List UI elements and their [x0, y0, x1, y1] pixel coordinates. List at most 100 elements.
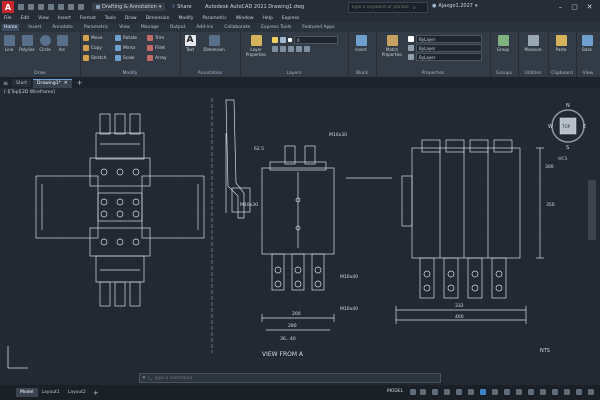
- menu-icon[interactable]: ≡: [3, 80, 8, 87]
- menu-express[interactable]: Express: [282, 16, 300, 21]
- rotate-button[interactable]: Rotate: [115, 35, 137, 41]
- tab-add-ins[interactable]: Add-ins: [194, 24, 215, 31]
- tab-annotate[interactable]: Annotate: [50, 24, 75, 31]
- menu-format[interactable]: Format: [80, 16, 96, 21]
- menu-modify[interactable]: Modify: [179, 16, 194, 21]
- scale-button[interactable]: Scale: [115, 55, 135, 61]
- viewcube-south[interactable]: S: [566, 145, 569, 151]
- snap-icon[interactable]: [420, 389, 426, 395]
- save-icon[interactable]: [38, 4, 44, 10]
- open-file-icon[interactable]: [28, 4, 34, 10]
- tab-home[interactable]: Home: [2, 24, 20, 31]
- viewcube-east[interactable]: E: [583, 124, 586, 130]
- tab-insert[interactable]: Insert: [26, 24, 43, 31]
- color-dropdown[interactable]: ByLayer: [408, 35, 482, 43]
- save-as-icon[interactable]: [48, 4, 54, 10]
- tab-layout1[interactable]: Layout1: [38, 388, 64, 397]
- tab-collaborate[interactable]: Collaborate: [222, 24, 252, 31]
- layers-panel-title[interactable]: Layers: [240, 71, 348, 76]
- view-panel-title[interactable]: View: [576, 71, 600, 76]
- menu-view[interactable]: View: [38, 16, 49, 21]
- workspace-selector[interactable]: Drafting & Annotation ▾: [92, 3, 166, 11]
- layer-properties-button[interactable]: Layer Properties: [243, 35, 269, 57]
- workspace-switch-icon[interactable]: [528, 389, 534, 395]
- linetype-dropdown[interactable]: ByLayer: [408, 53, 482, 61]
- layer-dropdown[interactable]: 0: [272, 36, 338, 44]
- circle-button[interactable]: Circle: [38, 35, 52, 52]
- text-button[interactable]: A Text: [183, 35, 197, 52]
- navigation-bar[interactable]: [588, 180, 596, 240]
- arc-button[interactable]: Arc: [55, 35, 69, 52]
- annotation-scale-icon[interactable]: [516, 389, 522, 395]
- menu-file[interactable]: File: [4, 16, 12, 21]
- lineweight-dropdown[interactable]: ByLayer: [408, 44, 482, 52]
- isolate-objects-icon[interactable]: [564, 389, 570, 395]
- app-logo-button[interactable]: A: [2, 1, 14, 13]
- wcs-menu[interactable]: WCS: [558, 156, 568, 161]
- insert-block-button[interactable]: Insert: [354, 35, 368, 52]
- tab-view[interactable]: View: [117, 24, 132, 31]
- tab-featured-apps[interactable]: Featured Apps: [300, 24, 336, 31]
- minimize-button[interactable]: –: [556, 2, 565, 11]
- menu-tools[interactable]: Tools: [105, 16, 116, 21]
- paste-button[interactable]: Paste: [554, 35, 568, 52]
- mirror-button[interactable]: Mirror: [115, 45, 136, 51]
- new-tab-button[interactable]: +: [77, 79, 83, 87]
- new-file-icon[interactable]: [18, 4, 24, 10]
- tab-manage[interactable]: Manage: [139, 24, 161, 31]
- grid-icon[interactable]: [410, 389, 416, 395]
- viewport-controls[interactable]: [-][Top][2D Wireframe]: [4, 90, 55, 95]
- layer-tool-icon[interactable]: [296, 46, 302, 52]
- clipboard-panel-title[interactable]: Clipboard: [548, 71, 576, 76]
- polyline-button[interactable]: Polyline: [18, 35, 36, 52]
- command-input[interactable]: [151, 375, 426, 381]
- close-icon[interactable]: ✕: [64, 81, 68, 86]
- polar-icon[interactable]: [444, 389, 450, 395]
- units-icon[interactable]: [540, 389, 546, 395]
- base-view-button[interactable]: Base: [580, 35, 594, 52]
- model-space-button[interactable]: MODEL: [387, 389, 403, 394]
- menu-edit[interactable]: Edit: [21, 16, 30, 21]
- osnap-icon[interactable]: [456, 389, 462, 395]
- add-layout-button[interactable]: +: [93, 389, 99, 397]
- annotation-panel-title[interactable]: Annotation: [180, 71, 240, 76]
- menu-insert[interactable]: Insert: [58, 16, 71, 21]
- tab-output[interactable]: Output: [168, 24, 188, 31]
- transparency-icon[interactable]: [492, 389, 498, 395]
- plot-icon[interactable]: [58, 4, 64, 10]
- viewcube-north[interactable]: N: [566, 103, 570, 109]
- measure-button[interactable]: Measure: [524, 35, 542, 52]
- ortho-icon[interactable]: [432, 389, 438, 395]
- search-box[interactable]: ⌕: [348, 2, 428, 13]
- layer-tool-icon[interactable]: [304, 46, 310, 52]
- customize-icon[interactable]: [588, 389, 594, 395]
- user-account[interactable]: ● Ajaxgo1.2027 ▾: [432, 3, 477, 9]
- command-line[interactable]: ✕ ›_: [139, 373, 441, 383]
- modify-panel-title[interactable]: Modify: [80, 71, 180, 76]
- menu-dimension[interactable]: Dimension: [146, 16, 170, 21]
- viewcube-west[interactable]: W: [548, 124, 553, 130]
- tab-start[interactable]: Start: [12, 79, 32, 87]
- group-button[interactable]: Group: [496, 35, 510, 52]
- copy-button[interactable]: Copy: [83, 45, 102, 51]
- menu-help[interactable]: Help: [263, 16, 273, 21]
- dimension-button[interactable]: Dimension: [202, 35, 226, 52]
- drawing-canvas[interactable]: 62.5 M10x30 M10x40 M10x40 M10x30 200 280…: [0, 88, 588, 382]
- line-button[interactable]: Line: [2, 35, 16, 52]
- share-button[interactable]: ⇪ Share: [171, 4, 191, 10]
- layer-tool-icon[interactable]: [272, 46, 278, 52]
- menu-draw[interactable]: Draw: [125, 16, 137, 21]
- undo-icon[interactable]: [68, 4, 74, 10]
- trim-button[interactable]: Trim: [147, 35, 164, 41]
- quick-properties-icon[interactable]: [552, 389, 558, 395]
- menu-window[interactable]: Window: [236, 16, 254, 21]
- tab-layout2[interactable]: Layout2: [64, 388, 90, 397]
- tab-parametric[interactable]: Parametric: [82, 24, 110, 31]
- layer-tool-icon[interactable]: [280, 46, 286, 52]
- fillet-button[interactable]: Fillet: [147, 45, 165, 51]
- search-input[interactable]: [349, 5, 413, 10]
- tab-model[interactable]: Model: [16, 388, 38, 397]
- groups-panel-title[interactable]: Groups: [490, 71, 518, 76]
- utilities-panel-title[interactable]: Utilities: [518, 71, 548, 76]
- lineweight-toggle-icon[interactable]: [480, 389, 486, 395]
